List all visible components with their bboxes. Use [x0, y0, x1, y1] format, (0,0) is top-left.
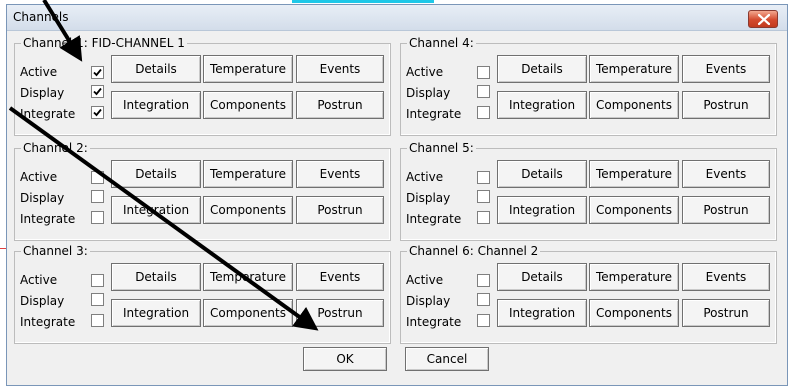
integration-button[interactable]: Integration: [497, 299, 587, 327]
components-button[interactable]: Components: [589, 196, 679, 224]
channel-legend: Channel 1: FID-CHANNEL 1: [21, 36, 187, 50]
integrate-label: Integrate: [406, 212, 462, 226]
channel-group-5: Channel 5: Active Display Integrate Details T…: [400, 141, 777, 241]
integrate-checkbox[interactable]: [91, 106, 104, 119]
temperature-button[interactable]: Temperature: [203, 160, 293, 188]
components-button[interactable]: Components: [203, 299, 293, 327]
active-label: Active: [20, 170, 58, 184]
display-label: Display: [20, 294, 65, 308]
display-checkbox[interactable]: [477, 293, 490, 306]
details-button[interactable]: Details: [497, 160, 587, 188]
channel-legend: Channel 2:: [21, 141, 90, 155]
components-button[interactable]: Components: [589, 91, 679, 119]
checkmark-icon: [93, 108, 102, 117]
display-checkbox[interactable]: [91, 293, 104, 306]
cancel-button[interactable]: Cancel: [405, 347, 489, 371]
display-label: Display: [406, 294, 451, 308]
integrate-checkbox[interactable]: [477, 211, 490, 224]
close-button[interactable]: [748, 10, 778, 28]
display-label: Display: [406, 191, 451, 205]
channels-dialog: Channels Channel 1: FID-CHANNEL 1 Active D…: [6, 4, 788, 386]
channel-legend: Channel 4:: [407, 36, 476, 50]
active-checkbox[interactable]: [477, 171, 490, 184]
channel-group-3: Channel 3: Active Display Integrate Details T…: [14, 244, 391, 344]
active-checkbox[interactable]: [477, 274, 490, 287]
postrun-button[interactable]: Postrun: [682, 91, 770, 119]
integration-button[interactable]: Integration: [111, 299, 201, 327]
integrate-checkbox[interactable]: [91, 211, 104, 224]
active-label: Active: [406, 65, 444, 79]
integrate-label: Integrate: [406, 107, 462, 121]
details-button[interactable]: Details: [111, 263, 201, 291]
channel-group-1: Channel 1: FID-CHANNEL 1 Active Display Int…: [14, 36, 391, 136]
active-label: Active: [406, 170, 444, 184]
integrate-label: Integrate: [20, 107, 76, 121]
temperature-button[interactable]: Temperature: [589, 263, 679, 291]
postrun-button[interactable]: Postrun: [682, 196, 770, 224]
components-button[interactable]: Components: [203, 91, 293, 119]
events-button[interactable]: Events: [296, 160, 384, 188]
active-checkbox[interactable]: [91, 66, 104, 79]
active-label: Active: [20, 273, 58, 287]
integrate-checkbox[interactable]: [477, 106, 490, 119]
postrun-button[interactable]: Postrun: [296, 196, 384, 224]
display-label: Display: [20, 86, 65, 100]
display-checkbox[interactable]: [477, 85, 490, 98]
channel-legend: Channel 5:: [407, 141, 476, 155]
postrun-button[interactable]: Postrun: [296, 91, 384, 119]
integration-button[interactable]: Integration: [111, 91, 201, 119]
postrun-button[interactable]: Postrun: [296, 299, 384, 327]
components-button[interactable]: Components: [203, 196, 293, 224]
events-button[interactable]: Events: [296, 263, 384, 291]
integrate-label: Integrate: [20, 212, 76, 226]
integration-button[interactable]: Integration: [497, 91, 587, 119]
temperature-button[interactable]: Temperature: [203, 263, 293, 291]
temperature-button[interactable]: Temperature: [589, 55, 679, 83]
details-button[interactable]: Details: [111, 160, 201, 188]
window-title: Channels: [13, 10, 69, 24]
channel-group-6: Channel 6: Channel 2 Active Display Integra…: [400, 244, 777, 344]
display-checkbox[interactable]: [91, 190, 104, 203]
channel-legend: Channel 6: Channel 2: [407, 244, 541, 258]
postrun-button[interactable]: Postrun: [682, 299, 770, 327]
active-label: Active: [20, 65, 58, 79]
active-checkbox[interactable]: [477, 66, 490, 79]
details-button[interactable]: Details: [497, 263, 587, 291]
channel-group-2: Channel 2: Active Display Integrate Details T…: [14, 141, 391, 241]
events-button[interactable]: Events: [682, 263, 770, 291]
checkmark-icon: [93, 68, 102, 77]
active-label: Active: [406, 273, 444, 287]
details-button[interactable]: Details: [497, 55, 587, 83]
integrate-label: Integrate: [406, 315, 462, 329]
display-label: Display: [406, 86, 451, 100]
title-bar[interactable]: Channels: [7, 5, 787, 31]
events-button[interactable]: Events: [296, 55, 384, 83]
ok-button[interactable]: OK: [303, 347, 387, 371]
checkmark-icon: [93, 87, 102, 96]
active-checkbox[interactable]: [91, 171, 104, 184]
display-checkbox[interactable]: [91, 85, 104, 98]
events-button[interactable]: Events: [682, 55, 770, 83]
integration-button[interactable]: Integration: [497, 196, 587, 224]
channel-legend: Channel 3:: [21, 244, 90, 258]
temperature-button[interactable]: Temperature: [589, 160, 679, 188]
display-label: Display: [20, 191, 65, 205]
events-button[interactable]: Events: [682, 160, 770, 188]
components-button[interactable]: Components: [589, 299, 679, 327]
integrate-checkbox[interactable]: [477, 314, 490, 327]
close-x-icon: [758, 14, 770, 25]
temperature-button[interactable]: Temperature: [203, 55, 293, 83]
integration-button[interactable]: Integration: [111, 196, 201, 224]
details-button[interactable]: Details: [111, 55, 201, 83]
active-checkbox[interactable]: [91, 274, 104, 287]
integrate-label: Integrate: [20, 315, 76, 329]
display-checkbox[interactable]: [477, 190, 490, 203]
channel-group-4: Channel 4: Active Display Integrate Details T…: [400, 36, 777, 136]
cyan-highlight-strip: [292, 0, 434, 3]
integrate-checkbox[interactable]: [91, 314, 104, 327]
